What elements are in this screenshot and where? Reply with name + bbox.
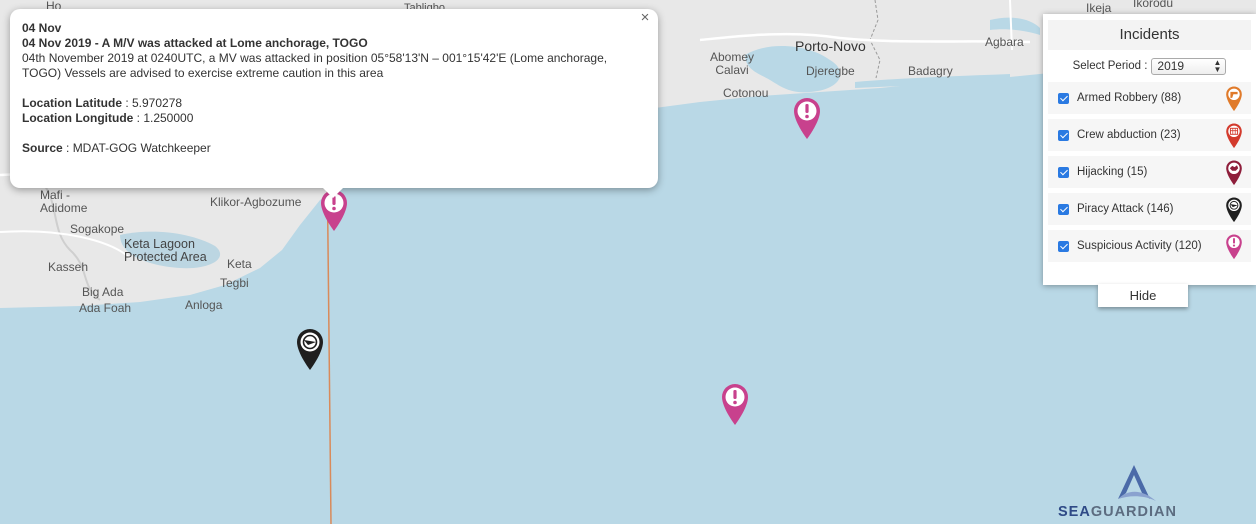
suspicious-activity-icon [1226,234,1242,260]
place-ikorodu: Ikorodu [1133,0,1174,10]
period-value: 2019 [1157,58,1185,73]
category-armed-robbery[interactable]: Armed Robbery (88) [1048,82,1251,114]
popup-latitude: Location Latitude : 5.970278 [22,96,646,111]
piracy-attack-marker[interactable] [295,327,325,371]
place-kasseh: Kasseh [48,260,89,274]
category-piracy-attack[interactable]: Piracy Attack (146) [1048,193,1251,225]
armed-robbery-icon [1226,86,1242,112]
category-label: Suspicious Activity (120) [1077,240,1202,252]
hijacking-checkbox[interactable] [1058,166,1069,178]
latitude-value: : 5.970278 [122,96,183,110]
period-select[interactable]: 2019 ▲ ▼ [1151,57,1227,75]
hide-panel-button[interactable]: Hide [1098,284,1188,307]
popup-date: 04 Nov [22,21,62,35]
place-mafi-adidome: Mafi - Adidome [40,188,88,215]
popup-source: Source : MDAT-GOG Watchkeeper [22,141,646,156]
popup-body: 04th November 2019 at 0240UTC, a MV was … [22,51,608,80]
place-djeregbe: Djeregbe [806,64,855,78]
place-keta: Keta [227,257,252,271]
popup-tip [323,188,343,198]
place-cotonou: Cotonou [723,86,769,100]
seaguardian-emblem-icon [1118,465,1156,501]
suspicious-activity-checkbox[interactable] [1058,240,1069,252]
place-abomey-calavi: Abomey Calavi [710,50,755,77]
category-crew-abduction[interactable]: Crew abduction (23) [1048,119,1251,151]
place-porto-novo: Porto-Novo [795,38,866,54]
seaguardian-logo: SEAGUARDIAN [1058,463,1214,521]
panel-title: Incidents [1048,20,1251,50]
place-big-ada: Big Ada [82,285,124,299]
logo-wordmark: SEAGUARDIAN [1058,504,1177,520]
place-keta-lagoon: Keta Lagoon Protected Area [124,237,207,264]
place-badagry: Badagry [908,64,953,78]
place-ada-foah: Ada Foah [79,301,132,315]
crew-abduction-icon [1226,123,1242,149]
crew-abduction-checkbox[interactable] [1058,129,1069,141]
category-label: Piracy Attack (146) [1077,203,1174,215]
popup-longitude: Location Longitude : 1.250000 [22,111,646,126]
piracy-attack-icon [1226,197,1242,223]
place-tegbi: Tegbi [220,276,249,290]
place-agbara: Agbara [985,35,1024,49]
logo-guardian: GUARDIAN [1090,504,1177,520]
piracy-attack-checkbox[interactable] [1058,203,1069,215]
place-klikor-agbozume: Klikor-Agbozume [210,195,302,209]
popup-headline: 04 Nov 2019 - A M/V was attacked at Lome… [22,36,368,50]
suspicious-activity-marker[interactable] [720,382,750,426]
incidents-panel: Incidents Select Period : 2019 ▲ ▼ Armed … [1043,14,1256,285]
latitude-label: Location Latitude [22,96,122,110]
period-selector: Select Period : 2019 ▲ ▼ [1048,55,1251,77]
longitude-value: : 1.250000 [133,111,194,125]
category-label: Hijacking (15) [1077,166,1148,178]
category-label: Crew abduction (23) [1077,129,1181,141]
longitude-label: Location Longitude [22,111,134,125]
logo-sea: SEA [1058,504,1091,520]
place-sogakope: Sogakope [70,222,125,236]
category-suspicious-activity[interactable]: Suspicious Activity (120) [1048,230,1251,262]
incident-popup: × 04 Nov 04 Nov 2019 - A M/V was attacke… [10,9,658,198]
category-hijacking[interactable]: Hijacking (15) [1048,156,1251,188]
place-anloga: Anloga [185,298,223,312]
select-arrows-icon: ▲ ▼ [1213,57,1222,74]
popup-close-button[interactable]: × [638,10,652,25]
armed-robbery-checkbox[interactable] [1058,92,1069,104]
period-label: Select Period : [1072,60,1148,72]
category-label: Armed Robbery (88) [1077,92,1182,104]
source-label: Source [22,141,63,155]
hijacking-icon [1226,160,1242,186]
suspicious-activity-marker[interactable] [792,96,822,140]
source-value: : MDAT-GOG Watchkeeper [62,141,211,155]
